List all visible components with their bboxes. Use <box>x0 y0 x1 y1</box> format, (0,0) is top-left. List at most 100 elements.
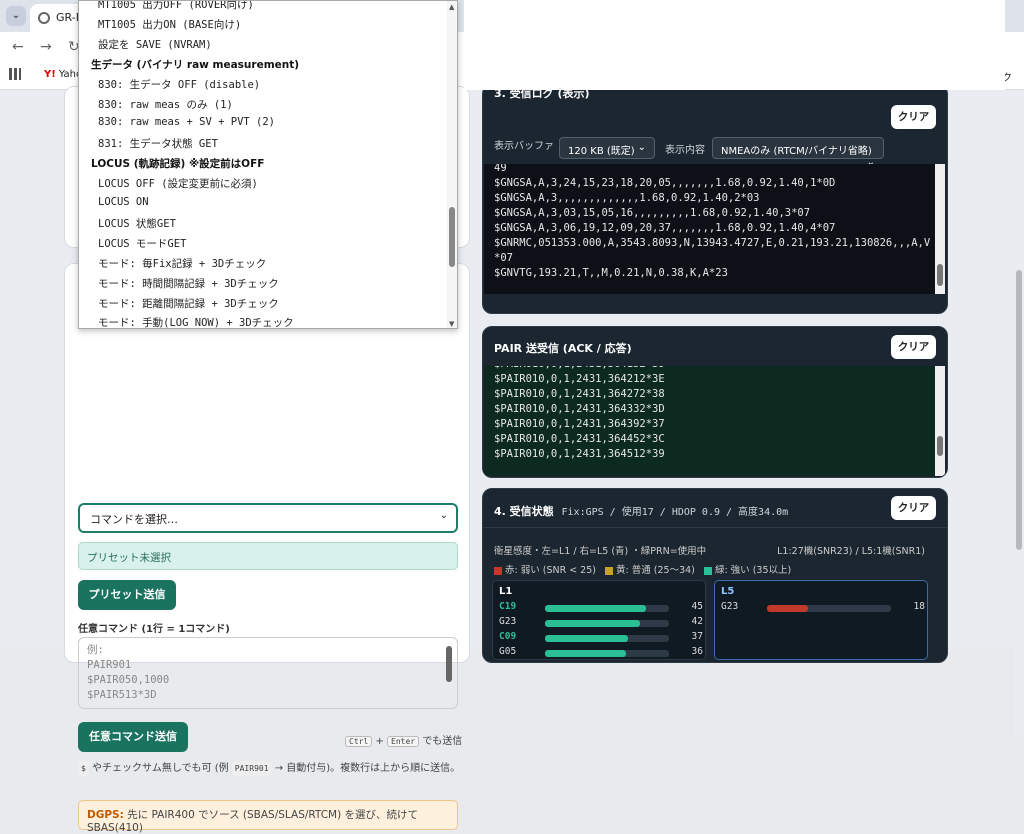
pair-clear-button[interactable]: クリア <box>891 335 936 359</box>
dropdown-option[interactable]: MT1005 出力ON (BASE向け) <box>98 17 241 32</box>
snr-value: 18 <box>913 601 925 612</box>
dropdown-option[interactable]: LOCUS ON <box>98 196 149 208</box>
note-code: PAIR901 <box>231 761 272 776</box>
command-dropdown-list[interactable]: ▲ ▼ MT1005 出力OFF (ROVER向け) MT1005 出力ON (BA… <box>78 0 458 329</box>
dropdown-option[interactable]: 830: raw meas のみ (1) <box>98 97 233 112</box>
snr-bar <box>545 635 629 642</box>
back-icon[interactable]: ← <box>12 39 24 55</box>
dropdown-scrollbar[interactable]: ▲ ▼ <box>447 1 457 328</box>
snr-value: 45 <box>691 601 703 612</box>
dropdown-scroll-thumb[interactable] <box>449 207 455 267</box>
pair-line: $PAIR010,0,1,2431,364392*37 <box>494 418 665 430</box>
overlay-panel <box>464 0 1005 90</box>
status-panel: 4. 受信状態 Fix:GPS / 使用17 / HDOP 0.9 / 高度34… <box>482 488 948 663</box>
any-command-textarea[interactable]: 例: PAIR901 $PAIR050,1000 $PAIR513*3D <box>78 637 458 709</box>
chevron-down-icon: ⌄ <box>637 142 646 153</box>
command-note: $ やチェックサム無しでも可 (例 PAIR901 → 自動付与)。複数行は上か… <box>78 761 463 776</box>
preset-status: プリセット未選択 <box>78 542 458 570</box>
dgps-label: DGPS: <box>87 809 124 821</box>
status-summary: Fix:GPS / 使用17 / HDOP 0.9 / 高度34.0m <box>561 507 789 518</box>
log-line: $GNGSA,A,3,,,,,,,,,,,,,1.68,0.92,1.40,2*… <box>494 192 760 204</box>
receive-log-panel: 3. 受信ログ (表示) クリア 表示バッファ 120 KB (既定) ⌄ 表示… <box>482 84 948 314</box>
strong-swatch <box>703 566 712 575</box>
satellite-prn: C09 <box>499 631 517 642</box>
log-scrollbar[interactable] <box>935 164 945 294</box>
note-text1: やチェックサム無しでも可 (例 <box>92 763 229 774</box>
log-scroll-thumb[interactable] <box>937 264 943 286</box>
pair-scrollbar[interactable] <box>935 366 945 476</box>
buffer-label: 表示バッファ <box>494 141 554 152</box>
dropdown-option[interactable]: 830: 生データ OFF (disable) <box>98 77 260 92</box>
pair-line: $PAIR010,0,1,2431,364452*3C <box>494 433 665 445</box>
snr-value: 37 <box>691 631 703 642</box>
log-line: $GNGSA,A,3,24,15,23,18,20,05,,,,,,,1.68,… <box>494 177 836 189</box>
log-line: $GNGSA,A,3,06,19,12,09,20,37,,,,,,,1.68,… <box>494 222 836 234</box>
satellite-prn: G05 <box>499 646 517 657</box>
kbd-enter: Enter <box>387 736 420 747</box>
pair-output: $PAIR010,0,1,2431,364152*39$PAIR010,0,1,… <box>484 366 938 476</box>
textarea-scrollbar[interactable] <box>446 646 452 682</box>
pair-line: $PAIR010,0,1,2431,364212*3E <box>494 373 665 385</box>
snr-bar <box>545 620 640 627</box>
command-select-value: コマンドを選択… <box>90 513 178 526</box>
snr-bar-track <box>545 650 669 657</box>
bookmark-yahoo[interactable]: Y! Yaho <box>44 69 82 80</box>
weak-swatch <box>494 566 502 575</box>
dropdown-option[interactable]: LOCUS 状態GET <box>98 216 176 231</box>
l1-band: L1 C19 45 G23 42 C09 37 G05 36 <box>492 580 706 660</box>
snr-bar <box>545 605 647 612</box>
command-select[interactable]: コマンドを選択… ⌄ <box>78 503 458 533</box>
forward-icon[interactable]: → <box>40 39 52 55</box>
status-title-wrap: 4. 受信状態 Fix:GPS / 使用17 / HDOP 0.9 / 高度34… <box>494 503 788 519</box>
dropdown-option[interactable]: 830: raw meas + SV + PVT (2) <box>98 116 275 128</box>
snr-bar-track <box>767 605 891 612</box>
satellite-prn: C19 <box>499 601 517 612</box>
dropdown-option[interactable]: モード: 毎Fix記録 + 3Dチェック <box>98 256 266 271</box>
snr-bar <box>767 605 808 612</box>
scroll-down-icon[interactable]: ▼ <box>449 320 454 328</box>
log-line: $GNGSA,A,3,03,15,05,16,,,,,,,,,1.68,0.92… <box>494 207 811 219</box>
dropdown-option[interactable]: LOCUS モードGET <box>98 236 186 251</box>
scroll-up-icon[interactable]: ▲ <box>449 3 454 11</box>
kbd-ctrl: Ctrl <box>345 736 373 747</box>
page-scrollbar[interactable] <box>1014 180 1024 737</box>
l1-title: L1 <box>499 586 513 597</box>
dropdown-group-label: 生データ (バイナリ raw measurement) <box>91 58 300 71</box>
buffer-select[interactable]: 120 KB (既定) ⌄ <box>559 137 655 159</box>
snr-bar-track <box>545 620 669 627</box>
dropdown-option[interactable]: モード: 時間間隔記録 + 3Dチェック <box>98 276 279 291</box>
dropdown-option[interactable]: LOCUS OFF (設定変更前に必須) <box>98 176 258 191</box>
log-line: 49 <box>494 164 507 174</box>
status-clear-button[interactable]: クリア <box>891 496 936 520</box>
divider <box>483 527 947 528</box>
snr-value: 42 <box>691 616 703 627</box>
legend-text: 衛星感度・左=L1 / 右=L5 (青) ・緑PRN=使用中 <box>494 546 707 557</box>
log-clear-button[interactable]: クリア <box>891 105 936 129</box>
dgps-text: 先に PAIR400 でソース (SBAS/SLAS/RTCM) を選び、続けて… <box>87 809 419 834</box>
any-command-send-button[interactable]: 任意コマンド送信 <box>78 722 188 752</box>
preset-send-button[interactable]: プリセット送信 <box>78 580 176 610</box>
snr-bar-track <box>545 605 669 612</box>
dropdown-option[interactable]: モード: 手動(LOG_NOW) + 3Dチェック <box>98 315 294 328</box>
snr-legend: 赤: 弱い (SNR < 25) 黄: 普通 (25〜34) 緑: 強い (35… <box>494 562 791 576</box>
log-line: *07 <box>494 252 513 264</box>
pair-scroll-thumb[interactable] <box>937 436 943 456</box>
content-select-value: NMEAのみ (RTCM/バイナリ省略) <box>721 146 872 157</box>
apps-grid-icon[interactable] <box>9 68 21 80</box>
note-dollar: $ <box>78 761 89 776</box>
normal-legend: 黄: 普通 (25〜34) <box>616 565 695 576</box>
globe-icon <box>38 12 50 24</box>
log-output: 49 $GNGSA,A,3,24,15,23,18,20,05,,,,,,,1.6… <box>484 164 938 294</box>
l5-band: L5 G23 18 <box>714 580 928 660</box>
dropdown-option[interactable]: モード: 距離間隔記録 + 3Dチェック <box>98 296 279 311</box>
note-text2: → 自動付与)。複数行は上から順に送信。 <box>274 763 461 774</box>
shortcut-hint: Ctrl + Enter でも送信 <box>345 732 462 747</box>
dropdown-option[interactable]: MT1005 出力OFF (ROVER向け) <box>98 1 254 12</box>
content-select[interactable]: NMEAのみ (RTCM/バイナリ省略) ⌄ <box>712 137 884 168</box>
buffer-select-value: 120 KB (既定) <box>568 146 635 157</box>
tab-search-chevron-icon[interactable]: ⌄ <box>6 6 26 26</box>
dropdown-option[interactable]: 831: 生データ状態 GET <box>98 136 218 151</box>
dropdown-option[interactable]: 設定を SAVE (NVRAM) <box>98 37 212 52</box>
dropdown-group-label: LOCUS (軌跡記録) ※設定前はOFF <box>91 158 265 171</box>
page-scroll-thumb[interactable] <box>1016 270 1022 550</box>
